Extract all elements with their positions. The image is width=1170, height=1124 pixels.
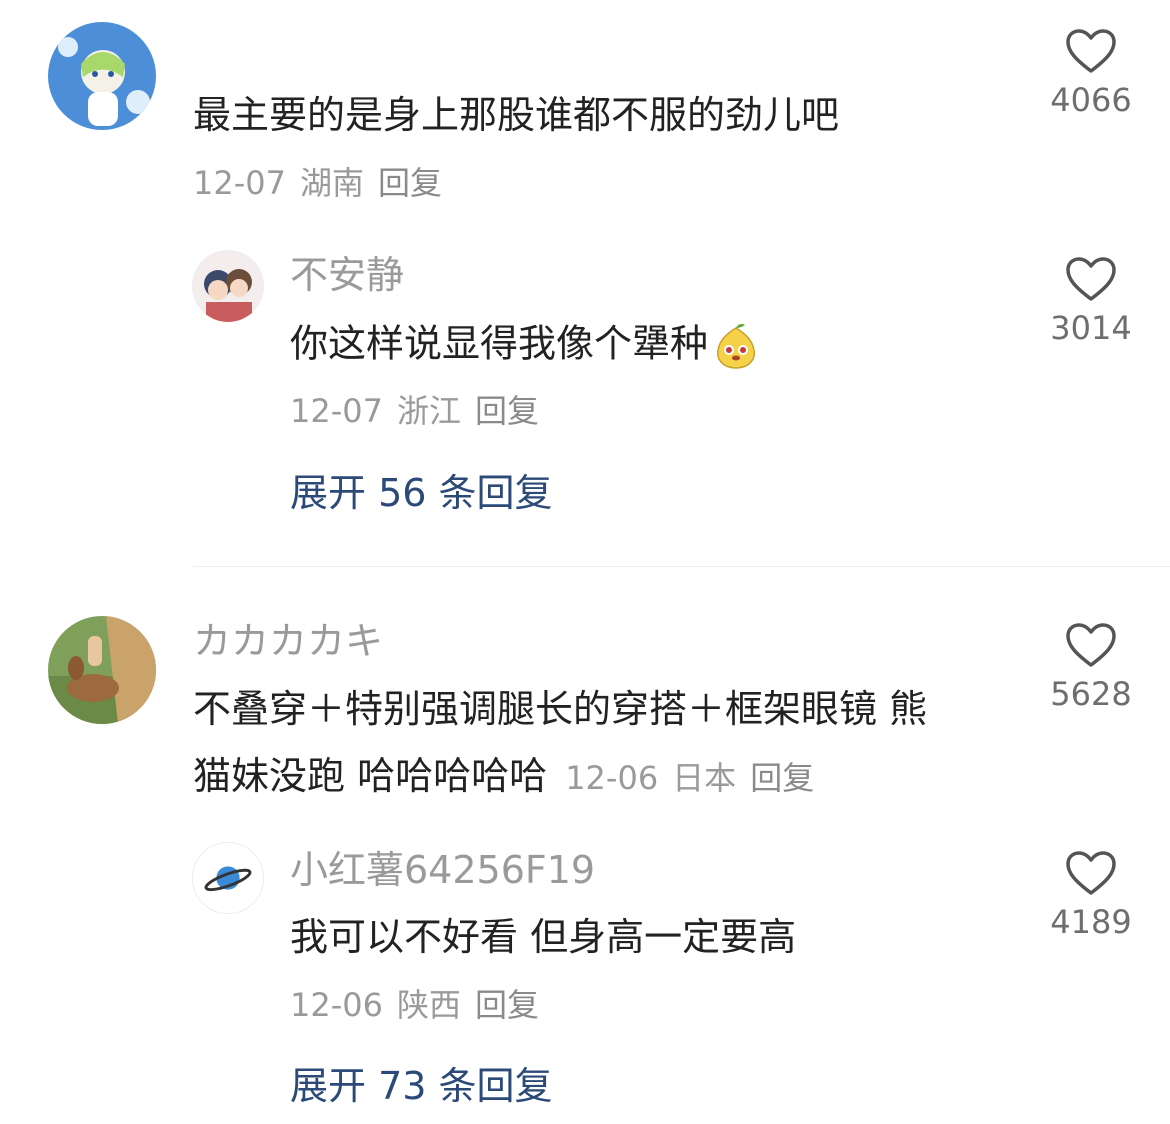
- pear-face-emoji: [712, 322, 760, 370]
- comment-date: 12-07: [193, 164, 286, 202]
- reply-button[interactable]: 回复: [378, 164, 442, 202]
- like-count: 4189: [1050, 903, 1132, 941]
- heart-outline-icon: [1066, 29, 1116, 73]
- comment-text: 最主要的是身上那股谁都不服的劲儿吧: [193, 93, 840, 137]
- username[interactable]: カカカカキ: [193, 622, 383, 660]
- heart-outline-icon: [1066, 851, 1116, 895]
- like-button[interactable]: 3014: [1036, 256, 1146, 344]
- username[interactable]: 不安静: [290, 256, 404, 294]
- like-count: 5628: [1050, 675, 1132, 713]
- reply-location: 陕西: [396, 986, 461, 1024]
- username[interactable]: 小红薯64256F19: [290, 851, 595, 889]
- like-button[interactable]: 5628: [1036, 622, 1146, 710]
- comment-meta: 12-06 日本 回复: [565, 759, 828, 797]
- heart-outline-icon: [1066, 623, 1116, 667]
- avatar[interactable]: [48, 22, 156, 130]
- expand-replies-button[interactable]: 展开 73 条回复: [290, 1067, 553, 1105]
- like-button[interactable]: 4189: [1036, 850, 1146, 938]
- avatar[interactable]: [48, 616, 156, 724]
- avatar[interactable]: [192, 250, 264, 322]
- reply-text: 我可以不好看 但身高一定要高: [290, 915, 797, 959]
- like-count: 4066: [1050, 81, 1132, 119]
- avatar[interactable]: [192, 842, 264, 914]
- reply-date: 12-06: [290, 986, 383, 1024]
- heart-outline-icon: [1066, 257, 1116, 301]
- reply-button[interactable]: 回复: [475, 986, 539, 1024]
- reply-text: 你这样说显得我像个犟种: [290, 322, 760, 370]
- comment-location: 湖南: [299, 164, 364, 202]
- comment-location: 日本: [672, 759, 737, 797]
- comment-text-line-2-content: 猫妹没跑 哈哈哈哈哈: [193, 754, 548, 798]
- comment-text-line-1: 不叠穿＋特别强调腿长的穿搭＋框架眼镜 熊: [193, 687, 928, 731]
- comment-date: 12-06: [565, 759, 659, 797]
- reply-text-content: 你这样说显得我像个犟种: [290, 321, 709, 366]
- reply-button[interactable]: 回复: [750, 759, 814, 797]
- like-button[interactable]: 4066: [1036, 28, 1146, 116]
- reply-date: 12-07: [290, 392, 383, 430]
- comment-meta: 12-07 湖南 回复: [193, 167, 456, 199]
- reply-meta: 12-06 陕西 回复: [290, 989, 553, 1021]
- comment-text-line-2: 猫妹没跑 哈哈哈哈哈 12-06 日本 回复: [193, 757, 828, 795]
- like-count: 3014: [1050, 309, 1132, 347]
- expand-replies-button[interactable]: 展开 56 条回复: [290, 474, 553, 512]
- reply-location: 浙江: [396, 392, 461, 430]
- reply-button[interactable]: 回复: [475, 392, 539, 430]
- divider: [193, 566, 1170, 567]
- reply-meta: 12-07 浙江 回复: [290, 395, 553, 427]
